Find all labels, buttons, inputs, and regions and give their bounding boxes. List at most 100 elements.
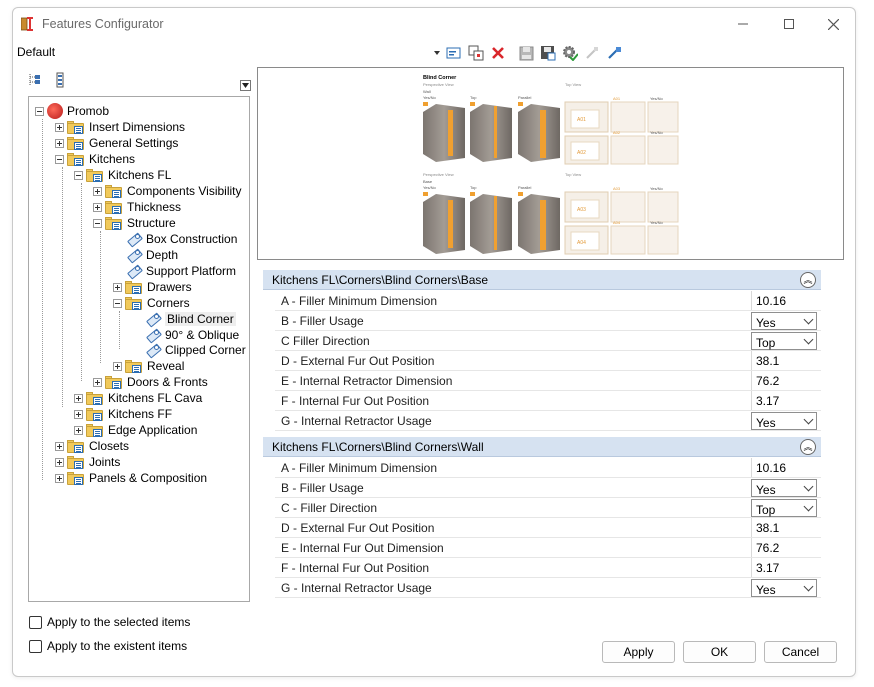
tree-node-panels-composition[interactable]: Panels & Composition <box>55 470 207 486</box>
new-profile-button[interactable] <box>443 43 465 63</box>
tree-node-insert-dimensions[interactable]: Insert Dimensions <box>55 119 185 135</box>
property-value-input[interactable]: 38.1 <box>751 518 817 537</box>
profile-dropdown[interactable] <box>431 43 443 63</box>
value-text: Yes <box>756 483 776 497</box>
tree-node-doors-fronts[interactable]: Doors & Fronts <box>93 374 208 390</box>
tree-menu-button[interactable] <box>240 80 251 91</box>
tree-node-general-settings[interactable]: General Settings <box>55 135 178 151</box>
collapse-group-button[interactable]: ︽ <box>800 272 816 288</box>
expand-toggle[interactable] <box>74 393 83 403</box>
tree-node-closets[interactable]: Closets <box>55 438 129 454</box>
wall-bottom-yes-no: Yes/No <box>650 130 664 135</box>
tree-node-kitchens[interactable]: Kitchens <box>55 151 135 167</box>
settings-button[interactable] <box>559 43 581 63</box>
minimize-button[interactable] <box>723 12 763 36</box>
expand-toggle[interactable] <box>93 186 102 196</box>
property-value-dropdown[interactable]: Top <box>751 332 817 350</box>
folder-icon <box>86 407 104 421</box>
expand-toggle[interactable] <box>55 138 64 148</box>
expand-toggle[interactable] <box>113 282 122 292</box>
property-value-dropdown[interactable]: Yes <box>751 579 817 597</box>
expand-toggle[interactable] <box>93 202 102 212</box>
folder-icon <box>86 391 104 405</box>
feature-tree[interactable]: Promob Insert Dimensions General Setting… <box>28 96 250 602</box>
toolbar <box>431 43 625 63</box>
tree-node-kitchens-fl-cava[interactable]: Kitchens FL Cava <box>74 390 202 406</box>
group-header-base[interactable]: Kitchens FL\Corners\Blind Corners\Base ︽ <box>263 270 821 290</box>
tree-node-structure[interactable]: Structure <box>93 215 176 231</box>
property-value-input[interactable]: 10.16 <box>751 458 817 477</box>
maximize-button[interactable] <box>769 12 809 36</box>
property-value-input[interactable]: 38.1 <box>751 351 817 370</box>
expand-toggle[interactable] <box>74 409 83 419</box>
code-a01-large: A01 <box>577 117 586 123</box>
collapse-group-button[interactable]: ︽ <box>800 439 816 455</box>
profile-label: Default <box>17 45 56 59</box>
tree-node-edge-application[interactable]: Edge Application <box>74 422 197 438</box>
collapse-toggle[interactable] <box>113 298 122 308</box>
apply-existent-option[interactable]: Apply to the existent items <box>29 639 187 653</box>
cancel-button[interactable]: Cancel <box>764 641 837 663</box>
save-as-button[interactable] <box>537 43 559 63</box>
tree-node-90-oblique[interactable]: 90° & Oblique <box>145 327 239 343</box>
delete-profile-button[interactable] <box>487 43 509 63</box>
tree-node-promob[interactable]: Promob <box>35 103 109 119</box>
expand-toggle[interactable] <box>55 473 64 483</box>
tree-node-blind-corner[interactable]: Blind Corner <box>145 311 236 327</box>
tree-node-support-platform[interactable]: Support Platform <box>126 263 236 279</box>
tree-node-thickness[interactable]: Thickness <box>93 199 181 215</box>
collapse-toggle[interactable] <box>74 170 83 180</box>
property-value-dropdown[interactable]: Yes <box>751 312 817 330</box>
export-button[interactable] <box>603 43 625 63</box>
tree-node-depth[interactable]: Depth <box>126 247 178 263</box>
apply-existent-checkbox[interactable] <box>29 639 42 653</box>
tree-expand-icon <box>29 74 40 86</box>
import-button[interactable] <box>581 43 603 63</box>
base-top-label: Top <box>470 185 477 190</box>
property-row: C Filler Direction Top <box>275 331 821 351</box>
expand-toggle[interactable] <box>74 425 83 435</box>
property-label: G - Internal Retractor Usage <box>281 581 432 595</box>
expand-toggle[interactable] <box>55 457 64 467</box>
tree-collapse-icon <box>56 72 64 88</box>
expand-toggle[interactable] <box>55 122 64 132</box>
close-button[interactable] <box>813 12 853 36</box>
tree-node-joints[interactable]: Joints <box>55 454 120 470</box>
apply-selected-checkbox[interactable] <box>29 615 42 629</box>
tree-node-label: Depth <box>146 248 179 262</box>
tree-node-kitchens-fl[interactable]: Kitchens FL <box>74 167 171 183</box>
expand-toggle[interactable] <box>113 361 122 371</box>
property-value-input[interactable]: 3.17 <box>751 558 817 577</box>
property-value-dropdown[interactable]: Yes <box>751 479 817 497</box>
copy-profile-button[interactable] <box>465 43 487 63</box>
apply-selected-option[interactable]: Apply to the selected items <box>29 615 190 629</box>
tree-node-corners[interactable]: Corners <box>113 295 190 311</box>
tree-node-drawers[interactable]: Drawers <box>113 279 192 295</box>
group-header-wall[interactable]: Kitchens FL\Corners\Blind Corners\Wall ︽ <box>263 437 821 457</box>
property-value-dropdown[interactable]: Top <box>751 499 817 517</box>
collapse-toggle[interactable] <box>93 218 102 228</box>
ok-button[interactable]: OK <box>683 641 756 663</box>
property-value-input[interactable]: 76.2 <box>751 371 817 390</box>
tree-node-kitchens-ff[interactable]: Kitchens FF <box>74 406 172 422</box>
expand-toggle[interactable] <box>93 377 102 387</box>
collapse-toggle[interactable] <box>55 154 64 164</box>
property-value-input[interactable]: 76.2 <box>751 538 817 557</box>
tree-node-box-construction[interactable]: Box Construction <box>126 231 237 247</box>
tree-node-reveal[interactable]: Reveal <box>113 358 184 374</box>
tree-node-clipped-corner[interactable]: Clipped Corner <box>145 342 246 358</box>
apply-button[interactable]: Apply <box>602 641 675 663</box>
property-value-input[interactable]: 3.17 <box>751 391 817 410</box>
collapse-all-button[interactable] <box>53 72 73 90</box>
property-value-input[interactable]: 10.16 <box>751 291 817 310</box>
code-a03-small: A03 <box>613 186 621 191</box>
expand-toggle[interactable] <box>55 441 64 451</box>
tree-node-label: Kitchens <box>89 152 136 166</box>
collapse-toggle[interactable] <box>35 106 44 116</box>
value-text: 3.17 <box>756 561 780 575</box>
save-button[interactable] <box>515 43 537 63</box>
expand-all-button[interactable] <box>27 72 47 90</box>
tree-node-components-visibility[interactable]: Components Visibility <box>93 183 242 199</box>
property-label: D - External Fur Out Position <box>281 354 435 368</box>
property-value-dropdown[interactable]: Yes <box>751 412 817 430</box>
